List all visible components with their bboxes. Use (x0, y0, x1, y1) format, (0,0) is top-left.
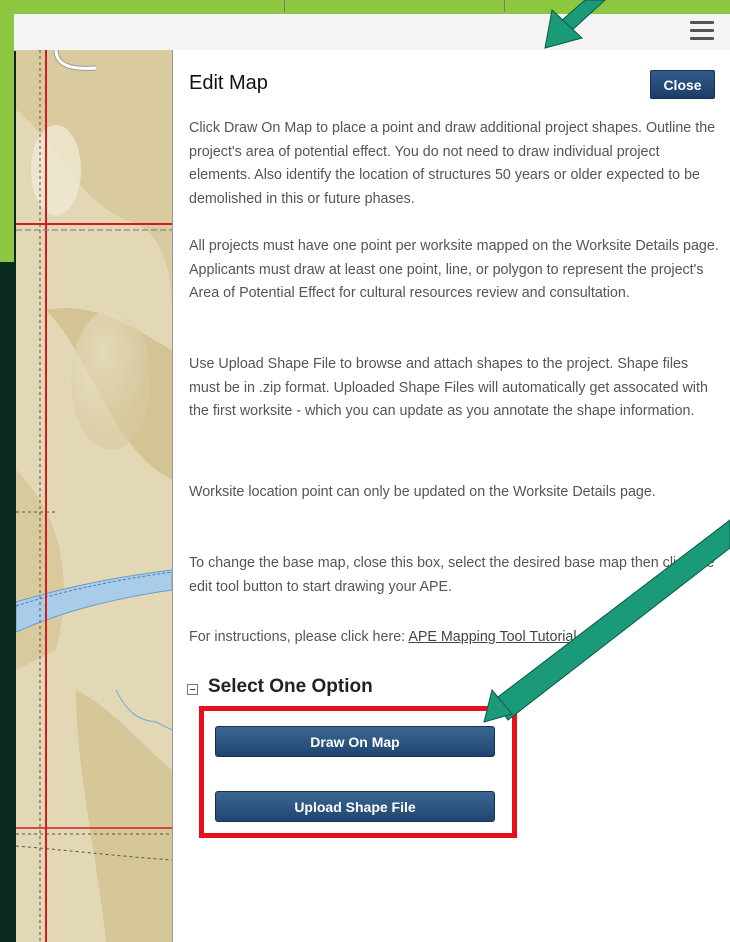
tab-divider (504, 0, 505, 12)
instructions-prefix: For instructions, please click here: (189, 629, 409, 645)
upload-shape-file-button[interactable]: Upload Shape File (215, 791, 495, 822)
green-frame-top (0, 0, 730, 14)
green-frame-left (0, 0, 14, 262)
app-header (14, 0, 730, 51)
edit-map-panel: Edit Map Close Click Draw On Map to plac… (172, 50, 730, 942)
instruction-paragraph: To change the base map, close this box, … (189, 555, 715, 595)
hamburger-icon[interactable] (690, 16, 714, 42)
tutorial-link[interactable]: APE Mapping Tool Tutorial. (408, 629, 580, 645)
instruction-paragraph: All projects must have one point per wor… (189, 238, 719, 301)
tab-divider (284, 0, 285, 12)
panel-title: Edit Map (189, 72, 268, 94)
dark-frame-left (0, 262, 16, 942)
instruction-paragraph: Click Draw On Map to place a point and d… (189, 120, 716, 207)
close-button[interactable]: Close (650, 70, 715, 99)
instruction-paragraph: Use Upload Shape File to browse and atta… (189, 356, 708, 419)
instructions-line: For instructions, please click here: APE… (189, 626, 719, 650)
map-view[interactable] (16, 50, 172, 942)
instruction-paragraph: Worksite location point can only be upda… (189, 484, 656, 500)
section-title: Select One Option (208, 676, 373, 697)
draw-on-map-button[interactable]: Draw On Map (215, 726, 495, 757)
collapse-icon[interactable] (187, 683, 198, 695)
topographic-map (16, 50, 172, 942)
select-option-section: Select One Option (187, 676, 373, 698)
